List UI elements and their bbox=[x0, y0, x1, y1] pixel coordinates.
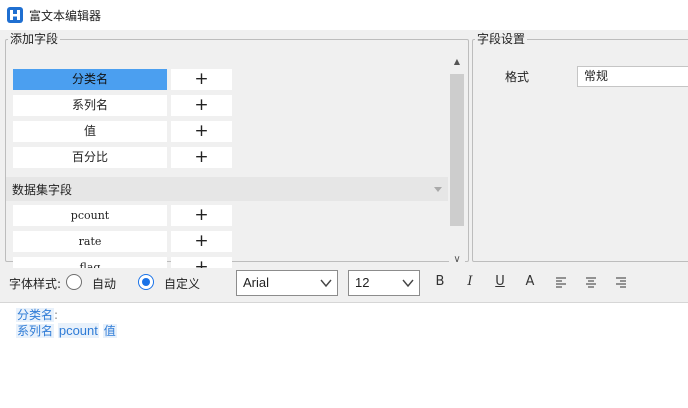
dataset-fields-header[interactable]: 数据集字段 bbox=[6, 177, 448, 201]
dataset-item-pcount[interactable]: pcount bbox=[13, 205, 167, 226]
font-color-button[interactable]: A bbox=[522, 273, 538, 291]
italic-button[interactable]: I bbox=[462, 273, 478, 291]
dataset-row-rate: rate + bbox=[13, 231, 232, 252]
collapse-arrow-icon bbox=[434, 187, 442, 192]
add-pcount-button[interactable]: + bbox=[171, 205, 232, 226]
field-settings-panel: 字段设置 格式 常规 bbox=[472, 33, 688, 262]
align-right-icon[interactable] bbox=[613, 273, 629, 291]
font-family-value: Arial bbox=[243, 275, 270, 290]
align-left-icon[interactable] bbox=[553, 273, 569, 291]
add-percent-button[interactable]: + bbox=[171, 147, 232, 168]
editor-line-1: 分类名: bbox=[16, 306, 58, 323]
field-row-series: 系列名 + bbox=[13, 95, 232, 116]
auto-radio[interactable] bbox=[66, 274, 82, 290]
app-logo-icon bbox=[7, 7, 23, 23]
colon-text: : bbox=[54, 308, 59, 322]
editor-line-2: 系列名 pcount 值 bbox=[16, 322, 117, 339]
font-size-select[interactable]: 12 bbox=[348, 270, 420, 296]
field-row-value: 值 + bbox=[13, 121, 232, 142]
font-style-label: 字体样式: bbox=[9, 277, 62, 291]
scroll-up-icon[interactable]: ▲ bbox=[449, 54, 465, 70]
format-select[interactable]: 常规 bbox=[577, 66, 688, 87]
field-row-percent: 百分比 + bbox=[13, 147, 232, 168]
title-bar: 富文本编辑器 bbox=[0, 0, 688, 30]
font-toolbar: 字体样式: 自动 自定义 Arial 12 B I U A bbox=[0, 264, 688, 302]
scroll-thumb[interactable] bbox=[450, 74, 464, 226]
format-label: 格式 bbox=[505, 70, 530, 84]
field-tag-series[interactable]: 系列名 bbox=[16, 324, 55, 338]
field-tag-value[interactable]: 值 bbox=[102, 324, 117, 338]
radio-dot bbox=[142, 278, 150, 286]
field-settings-title: 字段设置 bbox=[477, 32, 526, 46]
add-fields-title: 添加字段 bbox=[10, 32, 59, 46]
add-series-button[interactable]: + bbox=[171, 95, 232, 116]
field-row-category: 分类名 + bbox=[13, 69, 232, 90]
custom-radio-label[interactable]: 自定义 bbox=[164, 275, 200, 292]
window-title: 富文本编辑器 bbox=[29, 8, 102, 23]
field-item-percent[interactable]: 百分比 bbox=[13, 147, 167, 168]
custom-radio[interactable] bbox=[138, 274, 154, 290]
underline-button[interactable]: U bbox=[492, 273, 508, 291]
chevron-down-icon bbox=[402, 279, 414, 288]
add-fields-panel: 添加字段 分类名 + 系列名 + 值 + 百分比 + 数据集字段 pcount … bbox=[5, 32, 469, 268]
rich-text-editor[interactable]: 分类名: 系列名 pcount 值 bbox=[0, 302, 688, 408]
field-list: 分类名 + 系列名 + 值 + 百分比 + 数据集字段 pcount + rat… bbox=[6, 54, 448, 268]
font-size-value: 12 bbox=[355, 275, 370, 290]
dataset-fields-title: 数据集字段 bbox=[12, 183, 73, 197]
add-rate-button[interactable]: + bbox=[171, 231, 232, 252]
font-family-select[interactable]: Arial bbox=[236, 270, 338, 296]
dataset-item-rate[interactable]: rate bbox=[13, 231, 167, 252]
bold-button[interactable]: B bbox=[432, 273, 448, 291]
field-item-value[interactable]: 值 bbox=[13, 121, 167, 142]
field-tag-pcount[interactable]: pcount bbox=[57, 323, 99, 338]
add-value-button[interactable]: + bbox=[171, 121, 232, 142]
dataset-row-pcount: pcount + bbox=[13, 205, 232, 226]
auto-radio-label[interactable]: 自动 bbox=[92, 275, 116, 292]
field-tag-category[interactable]: 分类名 bbox=[16, 308, 55, 322]
field-item-category[interactable]: 分类名 bbox=[13, 69, 167, 90]
field-item-series[interactable]: 系列名 bbox=[13, 95, 167, 116]
chevron-down-icon bbox=[320, 279, 332, 288]
add-category-button[interactable]: + bbox=[171, 69, 232, 90]
field-list-scrollbar[interactable]: ▲ ∨ bbox=[449, 54, 465, 268]
align-center-icon[interactable] bbox=[583, 273, 599, 291]
